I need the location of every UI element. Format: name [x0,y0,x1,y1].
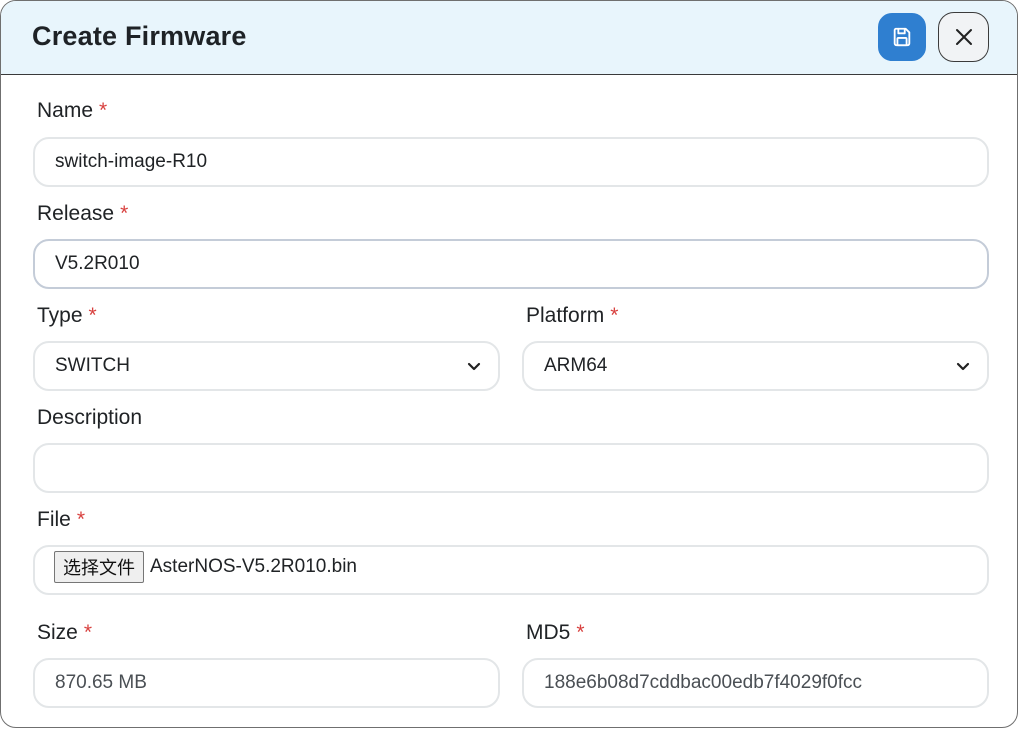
md5-label: MD5 * [526,621,585,645]
create-firmware-dialog: Create Firmware Name * switch-image-R10 R… [0,0,1018,728]
size-label-text: Size [37,621,78,644]
selected-file-name: AsterNOS-V5.2R010.bin [150,556,357,577]
required-marker: * [83,621,93,644]
type-select[interactable]: SWITCH [33,341,500,391]
name-label: Name * [37,99,107,123]
close-icon [955,29,972,45]
description-label: Description [37,406,142,430]
required-marker: * [120,202,129,225]
type-label: Type * [37,304,97,328]
description-input[interactable] [33,443,989,493]
chevron-down-icon [467,362,481,371]
release-label-text: Release [37,202,115,225]
type-select-value: SWITCH [55,355,130,376]
size-input-value: 870.65 MB [55,672,147,693]
choose-file-button[interactable]: 选择文件 [54,551,144,583]
required-marker: * [610,304,619,327]
platform-select[interactable]: ARM64 [522,341,989,391]
md5-input[interactable]: 188e6b08d7cddbac00edb7f4029f0fcc [522,658,989,708]
md5-label-text: MD5 [526,621,571,644]
close-button[interactable] [938,12,989,62]
name-input-value: switch-image-R10 [55,151,208,172]
name-input[interactable]: switch-image-R10 [33,137,989,187]
size-label: Size * [37,621,92,645]
release-input-value: V5.2R010 [55,253,140,274]
type-label-text: Type [37,304,83,327]
description-label-text: Description [37,406,143,429]
save-button[interactable] [878,13,926,61]
dialog-header: Create Firmware [1,1,1017,75]
md5-input-value: 188e6b08d7cddbac00edb7f4029f0fcc [544,672,863,693]
platform-label: Platform * [526,304,618,328]
platform-select-value: ARM64 [544,355,608,376]
required-marker: * [576,621,585,644]
platform-label-text: Platform [526,304,605,327]
file-input: 选择文件 AsterNOS-V5.2R010.bin [33,545,989,595]
required-marker: * [99,99,108,122]
chevron-down-icon [956,362,970,371]
name-label-text: Name [37,99,94,122]
release-label: Release * [37,202,128,226]
release-input[interactable]: V5.2R010 [33,239,989,289]
required-marker: * [76,508,86,531]
size-input[interactable]: 870.65 MB [33,658,500,708]
required-marker: * [88,304,97,327]
file-label: File * [37,508,85,532]
dialog-title: Create Firmware [32,21,247,51]
file-label-text: File [37,508,71,531]
floppy-disk-icon [893,27,911,47]
